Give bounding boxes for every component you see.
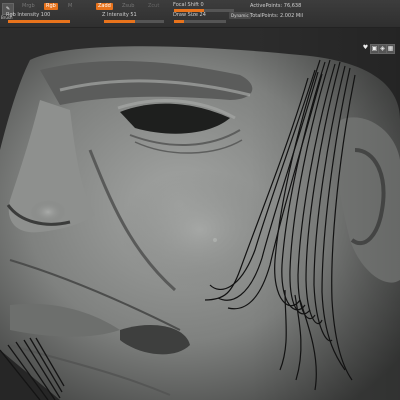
- active-points-text: ActivePoints:: [250, 3, 283, 9]
- draw-size-text: Draw Size: [173, 12, 198, 18]
- draw-size-slider[interactable]: [174, 20, 226, 23]
- rgb-intensity-slider[interactable]: [8, 20, 70, 23]
- active-points-readout: ActivePoints: 76,638: [250, 3, 301, 10]
- rgb-intensity-fill: [8, 20, 70, 23]
- active-points-value: 76,638: [283, 3, 302, 9]
- zsub-button[interactable]: Zsub: [120, 3, 137, 10]
- z-intensity-fill: [104, 20, 135, 23]
- draw-size-fill: [174, 20, 185, 23]
- zadd-button[interactable]: Zadd: [96, 3, 113, 10]
- dynamic-button[interactable]: Dynamic: [229, 12, 251, 19]
- rgb-intensity-value: 100: [40, 12, 51, 18]
- viewport-icon-row: ♥ ▣ ◈ ▦: [362, 44, 395, 54]
- m-button[interactable]: M: [66, 3, 75, 10]
- rgb-intensity-text: Rgb Intensity: [6, 12, 40, 18]
- total-points-readout: TotalPoints: 2.002 Mil: [250, 13, 303, 20]
- z-intensity-text: Z Intensity: [102, 12, 129, 18]
- z-intensity-slider[interactable]: [104, 20, 164, 23]
- rgb-button[interactable]: Rgb: [44, 3, 58, 10]
- sculpt-model-face: [0, 28, 400, 400]
- total-points-text: TotalPoints:: [250, 13, 279, 19]
- focal-shift-label[interactable]: Focal Shift 0: [173, 2, 204, 9]
- draw-size-label[interactable]: Draw Size 24: [173, 12, 206, 19]
- top-shelf-toolbar: ✎ Brush Mrgb Rgb M Rgb Intensity 100 Zad…: [0, 0, 400, 28]
- draw-size-value: 24: [199, 12, 206, 18]
- z-intensity-label[interactable]: Z Intensity 51: [102, 12, 137, 19]
- grid-icon[interactable]: ▦: [386, 44, 395, 54]
- mrgb-button[interactable]: Mrgb: [20, 3, 37, 10]
- focal-shift-text: Focal Shift: [173, 2, 199, 8]
- zcut-button[interactable]: Zcut: [146, 3, 161, 10]
- sculpt-viewport[interactable]: [0, 28, 400, 400]
- total-points-value: 2.002 Mil: [279, 13, 303, 19]
- rgb-intensity-label[interactable]: Rgb Intensity 100: [6, 12, 50, 19]
- focal-shift-value: 0: [200, 2, 204, 8]
- heart-icon[interactable]: ♥: [362, 44, 369, 52]
- z-intensity-value: 51: [130, 12, 137, 18]
